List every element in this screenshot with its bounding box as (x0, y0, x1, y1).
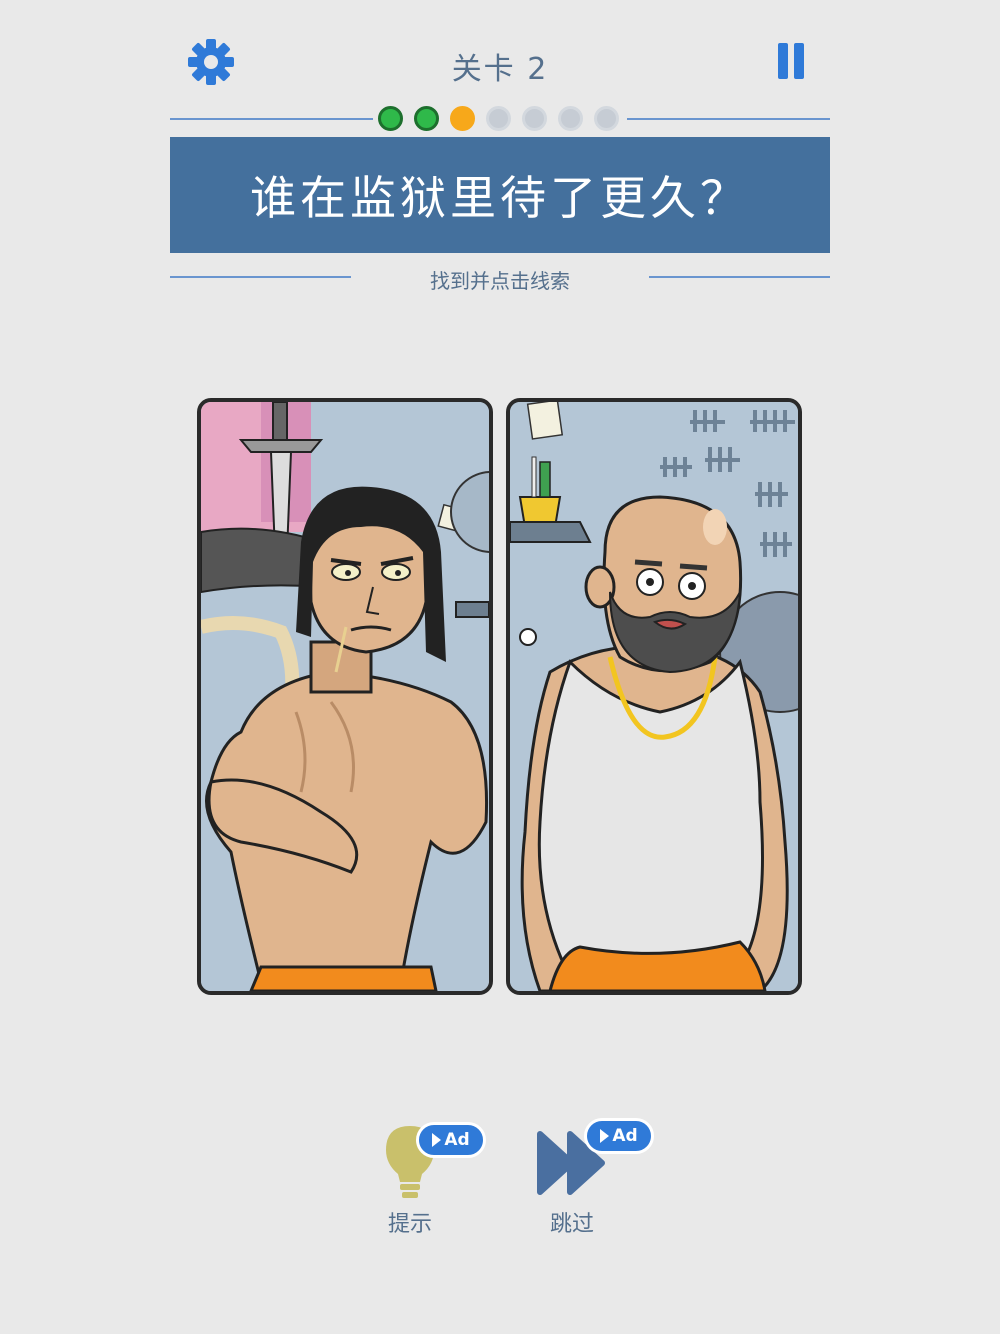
skip-label: 跳过 (549, 1212, 594, 1237)
ad-badge: Ad (416, 1122, 486, 1158)
progress-dot-pending (594, 106, 619, 131)
skip-button[interactable]: Ad 跳过 (502, 1118, 654, 1238)
pause-icon-bar (794, 43, 804, 79)
gear-icon (188, 39, 234, 85)
level-progress (378, 106, 624, 132)
progress-dot-pending (486, 106, 511, 131)
progress-dot-pending (558, 106, 583, 131)
hint-button[interactable]: Ad 提示 (340, 1118, 486, 1238)
divider-line (627, 118, 830, 120)
pause-icon (778, 43, 788, 79)
divider-line (649, 276, 830, 278)
ad-badge: Ad (584, 1118, 654, 1154)
progress-dot-complete (378, 106, 403, 131)
question-banner: 谁在监狱里待了更久？ (170, 137, 830, 253)
divider-line (170, 276, 351, 278)
question-text: 谁在监狱里待了更久？ (250, 171, 750, 225)
instruction-text: 找到并点击线索 (430, 269, 570, 293)
pause-button[interactable] (776, 43, 806, 81)
muscular-inmate-icon (201, 402, 489, 991)
progress-dot-complete (414, 106, 439, 131)
top-bar: 关卡 2 (0, 0, 1000, 110)
ad-badge-label: Ad (612, 1126, 638, 1146)
play-icon (600, 1129, 610, 1143)
bald-bearded-inmate-icon (510, 402, 798, 991)
right-character-panel[interactable] (506, 398, 802, 995)
hint-label: 提示 (387, 1212, 432, 1237)
level-title: 关卡 2 (451, 52, 549, 87)
progress-dot-pending (522, 106, 547, 131)
settings-button[interactable] (186, 37, 236, 87)
divider-line (170, 118, 373, 120)
ad-badge-label: Ad (444, 1130, 470, 1150)
play-icon (432, 1133, 442, 1147)
left-character-panel[interactable] (197, 398, 493, 995)
progress-dot-current (450, 106, 475, 131)
